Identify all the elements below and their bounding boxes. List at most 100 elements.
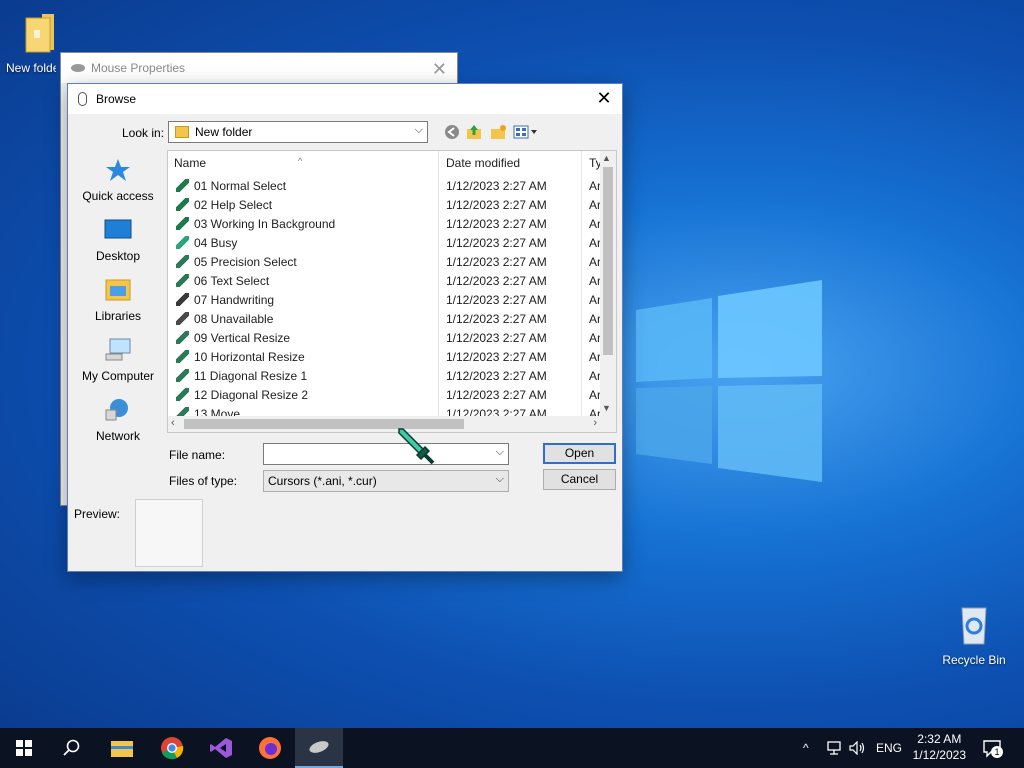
cursor-file-icon [176,179,189,192]
desktop-icon-recycle-bin[interactable]: Recycle Bin [934,602,1014,667]
place-my-computer[interactable]: My Computer [74,330,162,390]
place-label: Desktop [95,249,141,263]
file-row[interactable]: 10 Horizontal Resize 1/12/2023 2:27 AM Ar [168,347,601,366]
chevron-up-icon: ^ [803,741,809,755]
file-row[interactable]: 09 Vertical Resize 1/12/2023 2:27 AM Ar [168,328,601,347]
folder-icon [25,14,54,53]
file-date: 1/12/2023 2:27 AM [446,369,547,383]
file-row[interactable]: 07 Handwriting 1/12/2023 2:27 AM Ar [168,290,601,309]
file-explorer-icon [111,741,133,757]
mouse-properties-titlebar[interactable]: Mouse Properties [61,53,457,83]
place-quick-access[interactable]: Quick access [74,150,162,210]
place-desktop[interactable]: Desktop [74,210,162,270]
tray-show-hidden-icons[interactable]: ^ [803,728,809,768]
file-rows: 01 Normal Select 1/12/2023 2:27 AM Ar 02 He… [168,176,601,423]
preview-label: Preview: [74,507,121,521]
file-list[interactable]: ^ Name Date modified Ty 01 Normal Select… [167,150,617,433]
mouse-icon [309,741,329,753]
back-icon[interactable] [443,124,461,140]
vertical-scrollbar[interactable]: ▲ ▼ [600,151,616,417]
mouse-icon [71,64,85,72]
places-bar: Quick access Desktop Libraries My Comput… [74,150,162,450]
close-icon[interactable]: ✕ [432,59,447,80]
file-date: 1/12/2023 2:27 AM [446,255,547,269]
place-label: Libraries [94,309,142,323]
horizontal-scrollbar[interactable]: ‹ › [168,416,616,432]
file-row[interactable]: 05 Precision Select 1/12/2023 2:27 AM Ar [168,252,601,271]
file-row[interactable]: 08 Unavailable 1/12/2023 2:27 AM Ar [168,309,601,328]
cursor-file-icon [176,369,189,382]
place-label: My Computer [81,369,155,383]
close-button[interactable]: ✕ [594,88,614,109]
scrollbar-thumb[interactable] [603,167,613,355]
file-date: 1/12/2023 2:27 AM [446,350,547,364]
taskbar-firefox[interactable] [246,728,294,768]
browse-titlebar[interactable]: Browse [68,84,622,114]
open-button[interactable]: Open [543,443,616,464]
windows-start-icon [16,740,32,756]
place-libraries[interactable]: Libraries [74,270,162,330]
network-status-icon[interactable] [826,741,844,755]
cursor-file-icon [176,350,189,363]
cursor-file-icon [176,217,189,230]
computer-icon [105,338,131,361]
column-header-name[interactable]: Name [174,156,206,170]
place-network[interactable]: Network [74,390,162,450]
scroll-down-icon[interactable]: ▼ [602,403,611,413]
file-row[interactable]: 01 Normal Select 1/12/2023 2:27 AM Ar [168,176,601,195]
mouse-icon [78,92,87,106]
file-row[interactable]: 11 Diagonal Resize 1 1/12/2023 2:27 AM Ar [168,366,601,385]
scroll-up-icon[interactable]: ▲ [602,153,611,163]
place-label: Quick access [82,189,154,203]
new-folder-icon[interactable] [489,124,507,140]
scroll-right-icon[interactable]: › [593,417,597,429]
desktop-icon-label: Recycle Bin [942,653,1006,667]
files-of-type-select[interactable]: Cursors (*.ani, *.cur) ⌵ [263,470,509,492]
file-list-header: ^ Name Date modified Ty [168,151,616,421]
chrome-icon [161,737,184,760]
taskbar-clock[interactable]: 2:32 AM 1/12/2023 [913,731,966,763]
file-row[interactable]: 06 Text Select 1/12/2023 2:27 AM Ar [168,271,601,290]
file-name: 06 Text Select [194,274,270,288]
language-indicator[interactable]: ENG [876,728,902,768]
view-menu-icon[interactable] [513,124,539,140]
scroll-left-icon[interactable]: ‹ [171,417,175,429]
file-name: 10 Horizontal Resize [194,350,305,364]
network-icon [105,399,128,421]
file-name: 09 Vertical Resize [194,331,291,345]
recycle-bin-icon [961,607,987,645]
file-name: 08 Unavailable [194,312,274,326]
browse-title: Browse [96,92,137,106]
notification-count-badge: 1 [991,746,1003,758]
taskbar-chrome[interactable] [148,728,196,768]
look-in-combo[interactable]: New folder ⌵ [168,121,428,143]
taskbar-mouse-properties[interactable] [295,728,343,768]
taskbar: ^ ENG 2:32 AM 1/12/2023 1 [0,728,1024,768]
file-row[interactable]: 04 Busy 1/12/2023 2:27 AM Ar [168,233,601,252]
cursor-file-icon [176,198,189,211]
column-header-date[interactable]: Date modified [446,156,520,170]
volume-icon[interactable] [849,741,867,755]
mouse-properties-title: Mouse Properties [91,61,186,75]
notifications-button[interactable]: 1 [982,738,1003,758]
libraries-icon [105,279,131,301]
file-row[interactable]: 12 Diagonal Resize 2 1/12/2023 2:27 AM Ar [168,385,601,404]
look-in-value: New folder [195,125,253,139]
start-button[interactable] [0,728,48,768]
file-row[interactable]: 03 Working In Background 1/12/2023 2:27 A… [168,214,601,233]
file-name: 12 Diagonal Resize 2 [194,388,309,402]
taskbar-visual-studio[interactable] [197,728,245,768]
files-of-type-label: Files of type: [169,474,238,488]
folder-icon [175,126,189,138]
cancel-button[interactable]: Cancel [543,469,616,490]
desktop-icon-label: New folder [6,61,56,75]
taskbar-file-explorer[interactable] [98,728,146,768]
taskbar-search-button[interactable] [48,728,96,768]
file-name-input[interactable]: ⌵ [263,443,509,465]
up-folder-icon[interactable] [465,124,483,140]
file-date: 1/12/2023 2:27 AM [446,331,547,345]
file-row[interactable]: 02 Help Select 1/12/2023 2:27 AM Ar [168,195,601,214]
file-name: 05 Precision Select [194,255,297,269]
clock-time: 2:32 AM [917,732,962,746]
search-icon [63,739,80,756]
